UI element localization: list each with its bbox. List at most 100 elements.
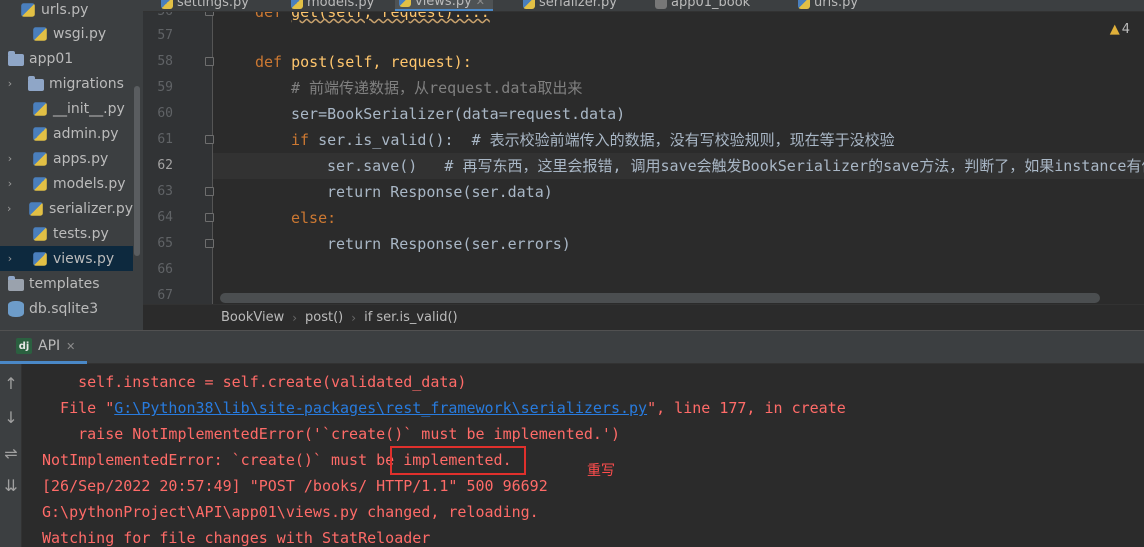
console-line: raise NotImplementedError('`create()` mu… xyxy=(42,425,620,443)
breadcrumb-item[interactable]: if ser.is_valid() xyxy=(364,310,458,325)
line-number: 59 xyxy=(157,80,173,95)
line-number: 63 xyxy=(157,184,173,199)
code-line-61[interactable]: if ser.is_valid(): # 表示校验前端传入的数据，没有写校验规则… xyxy=(213,127,1144,153)
scroll-to-end-icon[interactable]: ⇊ xyxy=(0,474,22,498)
python-file-icon xyxy=(21,2,35,17)
python-file-icon xyxy=(291,0,303,9)
folder-icon xyxy=(28,75,44,91)
tab-serializer[interactable]: serializer.py xyxy=(523,0,617,11)
code-line-56[interactable]: def get(self, request):... xyxy=(213,12,1144,25)
tree-item-templates[interactable]: templates xyxy=(0,271,133,296)
python-file-icon xyxy=(33,151,47,166)
python-file-icon xyxy=(29,201,43,216)
python-file-icon xyxy=(161,0,173,9)
python-file-icon xyxy=(33,226,47,241)
console-line: G:\pythonProject\API\app01\views.py chan… xyxy=(42,503,539,521)
code-editor[interactable]: 56 57 58 59 60 61 62 63 64 65 66 67 def … xyxy=(143,12,1144,304)
line-number: 64 xyxy=(157,210,173,225)
chevron-right-icon[interactable]: › xyxy=(4,177,16,190)
editor-horizontal-scrollbar[interactable] xyxy=(220,293,1100,303)
database-icon xyxy=(8,300,24,317)
tree-item-serializer[interactable]: › serializer.py xyxy=(0,196,133,221)
close-icon[interactable]: ✕ xyxy=(66,340,75,353)
folder-icon xyxy=(8,275,24,291)
code-line-60[interactable]: ser=BookSerializer(data=request.data) xyxy=(213,101,1144,127)
chevron-right-icon[interactable]: › xyxy=(4,202,14,215)
tree-item-wsgi[interactable]: wsgi.py xyxy=(0,21,133,46)
tree-item-app01[interactable]: app01 xyxy=(0,46,133,71)
console-line: [26/Sep/2022 20:57:49] "POST /books/ HTT… xyxy=(42,477,548,495)
run-tab-api[interactable]: dj API ✕ xyxy=(0,331,88,364)
python-file-icon xyxy=(33,251,47,266)
python-file-icon xyxy=(33,26,47,41)
chevron-right-icon[interactable]: › xyxy=(4,77,16,90)
django-icon: dj xyxy=(16,338,32,354)
code-line-63[interactable]: return Response(ser.data) xyxy=(213,179,1144,205)
tree-item-apps[interactable]: › apps.py xyxy=(0,146,133,171)
tree-item-admin[interactable]: admin.py xyxy=(0,121,133,146)
arrow-up-icon[interactable]: ↑ xyxy=(0,372,22,396)
line-number: 62 xyxy=(157,158,173,173)
run-toolbar: ↑ ↓ ⇌ ⇊ xyxy=(0,364,22,547)
python-file-icon xyxy=(523,0,535,9)
breadcrumb-item[interactable]: post() xyxy=(305,310,343,325)
tree-item-init[interactable]: __init__.py xyxy=(0,96,133,121)
folder-icon xyxy=(8,50,24,66)
tree-item-tests[interactable]: tests.py xyxy=(0,221,133,246)
annotation-note: 重写 xyxy=(587,463,615,479)
breadcrumb: BookView › post() › if ser.is_valid() xyxy=(143,304,1144,330)
highlight-box xyxy=(390,446,526,475)
tab-app01-book[interactable]: app01_book xyxy=(655,0,750,11)
code-text: ser.is_valid(): # 表示校验前端传入的数据，没有写校验规则，现在… xyxy=(318,131,895,149)
chevron-right-icon: › xyxy=(292,310,298,325)
editor-tab-strip: settings.py models.py views.py ✕ serializ… xyxy=(143,0,1144,12)
tab-views[interactable]: views.py ✕ xyxy=(395,0,494,11)
soft-wrap-icon[interactable]: ⇌ xyxy=(0,442,22,466)
table-icon xyxy=(655,0,667,9)
code-line-65[interactable]: return Response(ser.errors) xyxy=(213,231,1144,257)
tree-item-urls[interactable]: urls.py xyxy=(0,0,133,22)
tree-item-views[interactable]: › views.py xyxy=(0,246,133,271)
project-tree: urls.py wsgi.py app01 › migrations __init… xyxy=(0,0,143,330)
chevron-right-icon[interactable]: › xyxy=(4,252,16,265)
chevron-right-icon: › xyxy=(351,310,357,325)
line-gutter: 56 57 58 59 60 61 62 63 64 65 66 67 xyxy=(143,12,214,304)
python-file-icon xyxy=(33,176,47,191)
line-number: 61 xyxy=(157,132,173,147)
line-number: 65 xyxy=(157,236,173,251)
code-text: get(self, request):... xyxy=(291,12,490,21)
line-number: 58 xyxy=(157,54,173,69)
tree-item-models[interactable]: › models.py xyxy=(0,171,133,196)
line-number: 57 xyxy=(157,28,173,43)
code-line-58[interactable]: def post(self, request): xyxy=(213,49,1144,75)
code-line-59[interactable]: # 前端传递数据，从request.data取出来 xyxy=(213,75,1144,101)
code-text: post(self, request): xyxy=(291,53,472,71)
run-toolwindow-header: dj API ✕ xyxy=(0,330,1144,364)
line-number: 60 xyxy=(157,106,173,121)
tab-models[interactable]: models.py xyxy=(291,0,374,11)
python-file-icon xyxy=(33,126,47,141)
chevron-right-icon[interactable]: › xyxy=(4,152,16,165)
tree-item-db-sqlite3[interactable]: db.sqlite3 xyxy=(0,296,133,321)
tab-settings[interactable]: settings.py xyxy=(161,0,249,11)
python-file-icon xyxy=(399,0,411,7)
line-number: 66 xyxy=(157,262,173,277)
breadcrumb-item[interactable]: BookView xyxy=(221,310,284,325)
python-file-icon xyxy=(798,0,810,9)
close-icon[interactable]: ✕ xyxy=(476,0,485,8)
arrow-down-icon[interactable]: ↓ xyxy=(0,406,22,430)
warning-icon: ▲ xyxy=(1109,22,1120,37)
warnings-indicator[interactable]: ▲ 4 xyxy=(1110,22,1130,37)
tree-scrollbar[interactable] xyxy=(133,0,141,330)
line-number: 67 xyxy=(157,288,173,303)
tree-item-migrations[interactable]: › migrations xyxy=(0,71,133,96)
code-line-64[interactable]: else: xyxy=(213,205,1144,231)
console-line: self.instance = self.create(validated_da… xyxy=(42,373,467,391)
file-link[interactable]: G:\Python38\lib\site-packages\rest_frame… xyxy=(114,399,647,417)
run-console[interactable]: self.instance = self.create(validated_da… xyxy=(22,364,1144,547)
tab-urls[interactable]: urls.py xyxy=(798,0,858,11)
code-line-62[interactable]: ser.save() # 再写东西，这里会报错, 调用save会触发BookSe… xyxy=(213,153,1144,179)
tree-scrollbar-thumb[interactable] xyxy=(134,86,140,256)
python-file-icon xyxy=(33,101,47,116)
console-line: File "G:\Python38\lib\site-packages\rest… xyxy=(42,399,846,417)
